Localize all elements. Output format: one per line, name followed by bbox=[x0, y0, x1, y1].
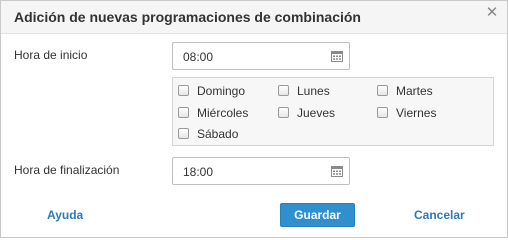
close-icon[interactable]: ✕ bbox=[485, 5, 499, 20]
dialog-title: Adición de nuevas programaciones de comb… bbox=[14, 9, 361, 25]
start-time-input[interactable]: 08:00 bbox=[172, 42, 350, 70]
day-label: Lunes bbox=[297, 84, 330, 98]
checkbox-lunes[interactable] bbox=[278, 85, 289, 96]
day-label: Martes bbox=[396, 84, 433, 98]
schedule-dialog: Adición de nuevas programaciones de comb… bbox=[0, 0, 508, 238]
day-label: Sábado bbox=[197, 127, 239, 141]
checkbox-domingo[interactable] bbox=[178, 85, 189, 96]
save-button[interactable]: Guardar bbox=[280, 203, 355, 227]
day-label: Viernes bbox=[396, 106, 437, 120]
start-time-value: 08:00 bbox=[183, 50, 214, 64]
end-time-label: Hora de finalización bbox=[14, 163, 120, 177]
checkbox-viernes[interactable] bbox=[377, 107, 388, 118]
checkbox-sabado[interactable] bbox=[178, 128, 189, 139]
day-label: Jueves bbox=[297, 106, 336, 120]
checkbox-miercoles[interactable] bbox=[178, 107, 189, 118]
end-time-input[interactable]: 18:00 bbox=[172, 157, 350, 185]
start-time-label: Hora de inicio bbox=[14, 48, 88, 62]
help-link[interactable]: Ayuda bbox=[47, 208, 83, 222]
days-of-week-group: Domingo Lunes Martes Miércoles Jueves Vi… bbox=[172, 77, 494, 146]
calendar-icon[interactable] bbox=[331, 165, 343, 177]
checkbox-jueves[interactable] bbox=[278, 107, 289, 118]
checkbox-martes[interactable] bbox=[377, 85, 388, 96]
cancel-link[interactable]: Cancelar bbox=[414, 208, 465, 222]
dialog-header: Adición de nuevas programaciones de comb… bbox=[1, 1, 507, 34]
calendar-icon[interactable] bbox=[331, 50, 343, 62]
day-label: Domingo bbox=[197, 84, 246, 98]
day-label: Miércoles bbox=[197, 106, 249, 120]
end-time-value: 18:00 bbox=[183, 165, 214, 179]
